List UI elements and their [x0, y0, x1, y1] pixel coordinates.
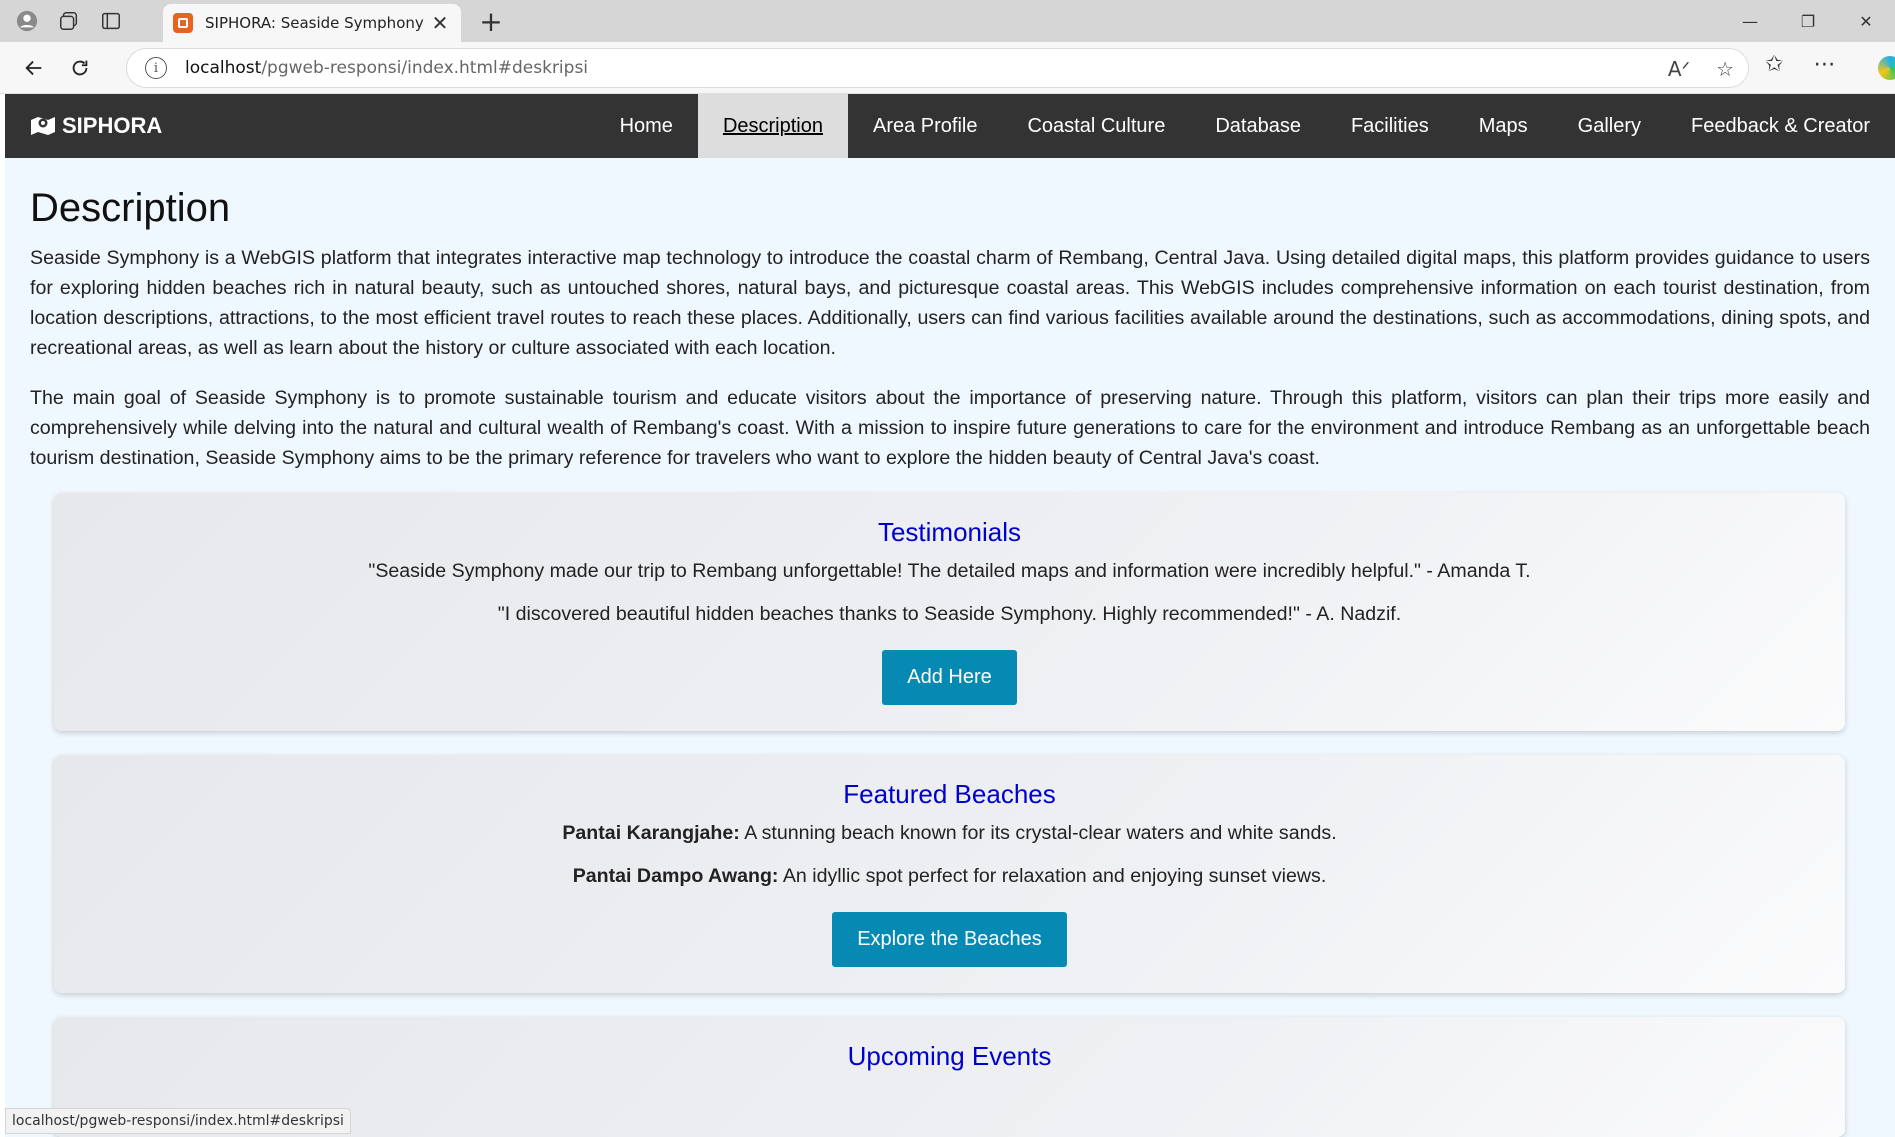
favorite-star-icon[interactable]: ☆: [1716, 57, 1734, 81]
favorites-icon[interactable]: ✩: [1765, 52, 1783, 77]
upcoming-events-title: Upcoming Events: [847, 1041, 1052, 1071]
page-title: Description: [30, 186, 231, 230]
nav-home[interactable]: Home: [595, 94, 698, 158]
window-close-icon[interactable]: ✕: [1837, 0, 1895, 42]
testimonial-quote: "I discovered beautiful hidden beaches t…: [497, 603, 1402, 625]
beach-name: Pantai Dampo Awang:: [572, 865, 779, 887]
nav-feedback-creator[interactable]: Feedback & Creator: [1666, 94, 1895, 158]
testimonial-quote: "Seaside Symphony made our trip to Remba…: [368, 560, 1531, 582]
nav-gallery[interactable]: Gallery: [1553, 94, 1666, 158]
read-aloud-icon[interactable]: Aᐟ: [1668, 57, 1690, 81]
explore-beaches-button[interactable]: Explore the Beaches: [832, 912, 1067, 967]
site-brand[interactable]: SIPHORA: [30, 94, 162, 158]
featured-beach-item: Pantai Karangjahe: A stunning beach know…: [54, 822, 1845, 845]
status-bar-url: localhost/pgweb-responsi/index.html#desk…: [5, 1108, 351, 1134]
add-testimonial-button[interactable]: Add Here: [882, 650, 1017, 705]
nav-description[interactable]: Description: [697, 94, 848, 158]
toolbar-actions: ✩ ⋯: [1765, 52, 1835, 77]
profile-icon[interactable]: [6, 0, 48, 42]
nav-facilities[interactable]: Facilities: [1326, 94, 1454, 158]
description-paragraph: Seaside Symphony is a WebGIS platform th…: [30, 247, 1870, 359]
nav-area-profile[interactable]: Area Profile: [848, 94, 1003, 158]
browser-tab-bar: SIPHORA: Seaside Symphony Rem ✕ + — ❐ ✕: [0, 0, 1895, 42]
site-navbar: SIPHORA Home Description Area Profile Co…: [5, 94, 1895, 158]
page-viewport: SIPHORA Home Description Area Profile Co…: [5, 94, 1895, 1137]
new-tab-button[interactable]: +: [474, 4, 508, 38]
url-path: /pgweb-responsi/index.html#deskripsi: [261, 58, 589, 78]
workspaces-icon[interactable]: [48, 0, 90, 42]
restore-icon[interactable]: ❐: [1779, 0, 1837, 42]
featured-beaches-title: Featured Beaches: [843, 779, 1056, 809]
beach-name: Pantai Karangjahe:: [562, 822, 740, 844]
window-controls: — ❐ ✕: [1721, 0, 1895, 42]
nav-coastal-culture[interactable]: Coastal Culture: [1002, 94, 1190, 158]
featured-beach-item: Pantai Dampo Awang: An idyllic spot perf…: [54, 865, 1845, 888]
description-section: Description Seaside Symphony is a WebGIS…: [5, 186, 1895, 473]
back-icon[interactable]: [14, 48, 54, 88]
site-favicon-icon: [173, 13, 193, 33]
browser-tab-active[interactable]: SIPHORA: Seaside Symphony Rem ✕: [163, 4, 461, 42]
tab-title: SIPHORA: Seaside Symphony Rem: [205, 14, 429, 32]
url-host: localhost: [185, 58, 262, 78]
beach-description: A stunning beach known for its crystal-c…: [739, 822, 1337, 844]
featured-beaches-card: Featured Beaches Pantai Karangjahe: A st…: [54, 755, 1845, 993]
testimonials-card: Testimonials "Seaside Symphony made our …: [54, 493, 1845, 731]
url-field[interactable]: i localhost/pgweb-responsi/index.html#de…: [126, 48, 1749, 88]
url-text: localhost/pgweb-responsi/index.html#desk…: [185, 58, 588, 78]
browser-address-bar: i localhost/pgweb-responsi/index.html#de…: [0, 42, 1895, 94]
description-paragraph: The main goal of Seaside Symphony is to …: [30, 387, 1870, 469]
nav-maps[interactable]: Maps: [1454, 94, 1553, 158]
more-menu-icon[interactable]: ⋯: [1813, 52, 1835, 77]
site-info-icon[interactable]: i: [145, 57, 167, 79]
nav-links: Home Description Area Profile Coastal Cu…: [595, 94, 1895, 158]
beach-description: An idyllic spot perfect for relaxation a…: [778, 865, 1327, 887]
url-actions: Aᐟ ☆: [1668, 57, 1734, 81]
brand-name: SIPHORA: [62, 113, 163, 138]
testimonials-title: Testimonials: [877, 517, 1022, 547]
map-marker-icon: [31, 117, 55, 135]
refresh-icon[interactable]: [60, 48, 100, 88]
close-tab-icon[interactable]: ✕: [429, 11, 451, 36]
minimize-icon[interactable]: —: [1721, 0, 1779, 42]
copilot-icon[interactable]: [1878, 56, 1895, 80]
tab-actions-icon[interactable]: [90, 0, 132, 42]
nav-database[interactable]: Database: [1190, 94, 1326, 158]
